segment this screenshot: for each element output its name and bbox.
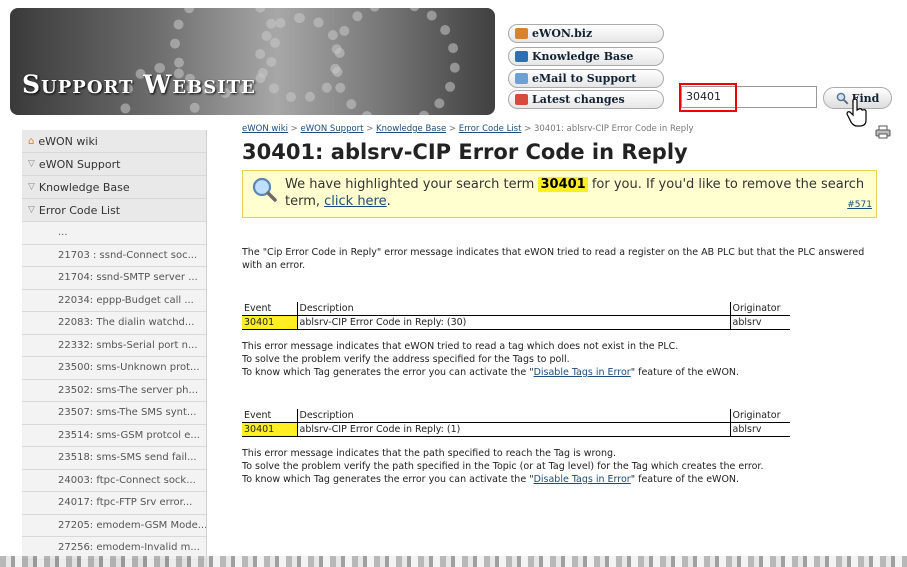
breadcrumb-sep: > [287,124,301,134]
table-row: 30401 ablsrv-CIP Error Code in Reply: (3… [242,315,790,330]
sidebar-subitem[interactable]: 21703 : ssnd-Connect soc... [22,244,206,267]
sidebar-subitem[interactable]: 24017: ftpc-FTP Srv error... [22,492,206,515]
support-page: { "header": { "banner_title": "Support W… [0,0,907,567]
notice-text: . [386,194,391,209]
sidebar-subitem[interactable]: 23507: sms-The SMS synt... [22,402,206,425]
print-icon[interactable] [875,125,891,139]
home-icon [515,28,528,39]
link-label: eWON.biz [532,27,593,40]
table-header: Description [296,409,730,423]
breadcrumb-sep: > [363,124,377,134]
remove-highlight-link[interactable]: click here [324,194,386,209]
event-table: Event Description Originator 30401 ablsr… [242,302,790,330]
sidebar-item-ewon-wiki[interactable]: ⌂ eWON wiki [22,130,206,153]
table-header: Originator [729,302,790,316]
main-content: eWON wiki > eWON Support > Knowledge Bas… [242,124,891,486]
breadcrumb-link[interactable]: eWON Support [301,124,364,134]
text-segment: " feature of the eWON. [630,474,740,485]
search-highlight-notice: We have highlighted your search term 304… [242,170,877,218]
book-icon [515,51,528,62]
breadcrumb-link[interactable]: eWON wiki [242,124,288,134]
intro-paragraph: The "Cip Error Code in Reply" error mess… [242,247,865,271]
support-banner: Support Website [10,8,495,115]
event-originator: ablsrv [729,315,790,330]
magnifier-icon [252,177,277,202]
sidebar-subitem[interactable]: 24003: ftpc-Connect sock... [22,469,206,492]
link-ewon-biz[interactable]: eWON.biz [508,24,664,43]
sidebar-subitem[interactable]: 22332: smbs-Serial port n... [22,334,206,357]
sidebar-item-label: Knowledge Base [38,180,130,194]
explanation-line: To solve the problem verify the path spe… [242,461,764,472]
sidebar-subitem[interactable]: 23502: sms-The server ph... [22,379,206,402]
breadcrumb-link[interactable]: Knowledge Base [376,124,446,134]
explanation-line: To know which Tag generates the error yo… [242,366,882,379]
explanation-line: This error message indicates that eWON t… [242,341,679,352]
sidebar-item-knowledge-base[interactable]: ▽ Knowledge Base [22,176,206,199]
sidebar-subitem[interactable]: 23518: sms-SMS send fail... [22,447,206,470]
banner-title: Support Website [22,70,256,99]
sidebar-item-label: Error Code List [38,203,121,217]
explanation-line: This error message indicates that the pa… [242,448,617,459]
sidebar-subitem[interactable]: 23514: sms-GSM protcol e... [22,424,206,447]
event-description: ablsrv-CIP Error Code in Reply: (30) [296,315,730,330]
event-code: 30401 [242,315,297,330]
notice-text: We have highlighted your search term [285,177,539,192]
breadcrumb-sep: > [446,124,459,134]
gear-graphic [330,8,460,115]
breadcrumb-link[interactable]: Error Code List [459,124,522,134]
sidebar-subitem[interactable]: 22034: eppp-Budget call ... [22,289,206,312]
link-label: Latest changes [532,93,625,106]
breadcrumb-sep: > [521,124,534,134]
sidebar-subitem[interactable]: 23500: sms-Unknown prot... [22,357,206,380]
sidebar-subitem[interactable]: 22083: The dialin watchd... [22,312,206,335]
sidebar-subitem[interactable]: ... [22,222,206,245]
table-header: Event [242,302,297,316]
sidebar-subitem[interactable]: 27205: emodem-GSM Mode... [22,514,206,537]
sidebar-item-ewon-support[interactable]: ▽ eWON Support [22,153,206,176]
link-knowledge-base[interactable]: Knowledge Base [508,47,664,66]
explanation-line: To know which Tag generates the error yo… [242,473,882,486]
truncated-content-strip [0,556,907,567]
disable-tags-link[interactable]: Disable Tags in Error [534,474,631,485]
breadcrumb-current: 30401: ablsrv-CIP Error Code in Reply [533,124,694,134]
disable-tags-link[interactable]: Disable Tags in Error [534,367,631,378]
table-row: 30401 ablsrv-CIP Error Code in Reply: (1… [242,422,790,437]
text-segment: To know which Tag generates the error yo… [242,474,534,485]
table-header: Description [296,302,730,316]
sidebar-item-label: eWON Support [38,157,121,171]
event-originator: ablsrv [729,422,790,437]
link-latest-changes[interactable]: Latest changes [508,90,664,109]
sidebar-subitem[interactable]: 21704: ssnd-SMTP server ... [22,267,206,290]
link-label: Knowledge Base [532,50,634,63]
text-segment: To know which Tag generates the error yo… [242,367,534,378]
search-term-highlight: 30401 [538,177,588,192]
page-title: 30401: ablsrv-CIP Error Code in Reply [242,140,688,164]
event-code: 30401 [242,422,297,437]
breadcrumb: eWON wiki > eWON Support > Knowledge Bas… [242,124,882,134]
sidebar: ⌂ eWON wiki ▽ eWON Support ▽ Knowledge B… [22,130,207,567]
table-header: Originator [729,409,790,423]
sidebar-item-label: eWON wiki [38,134,98,148]
table-header: Event [242,409,297,423]
event-description: ablsrv-CIP Error Code in Reply: (1) [296,422,730,437]
link-label: eMail to Support [532,72,637,85]
sidebar-item-error-code-list[interactable]: ▽ Error Code List [22,199,206,222]
mail-icon [515,73,528,84]
expand-icon: ▽ [28,205,35,215]
expand-icon: ▽ [28,159,35,169]
expand-icon: ▽ [28,182,35,192]
explanation-line: To solve the problem verify the address … [242,354,570,365]
notice-ref-link[interactable]: #571 [847,197,872,214]
home-icon: ⌂ [28,135,35,147]
event-table: Event Description Originator 30401 ablsr… [242,409,790,437]
calendar-icon [515,94,528,105]
search-highlight-frame [679,83,737,112]
link-email-support[interactable]: eMail to Support [508,69,664,88]
text-segment: " feature of the eWON. [630,367,740,378]
